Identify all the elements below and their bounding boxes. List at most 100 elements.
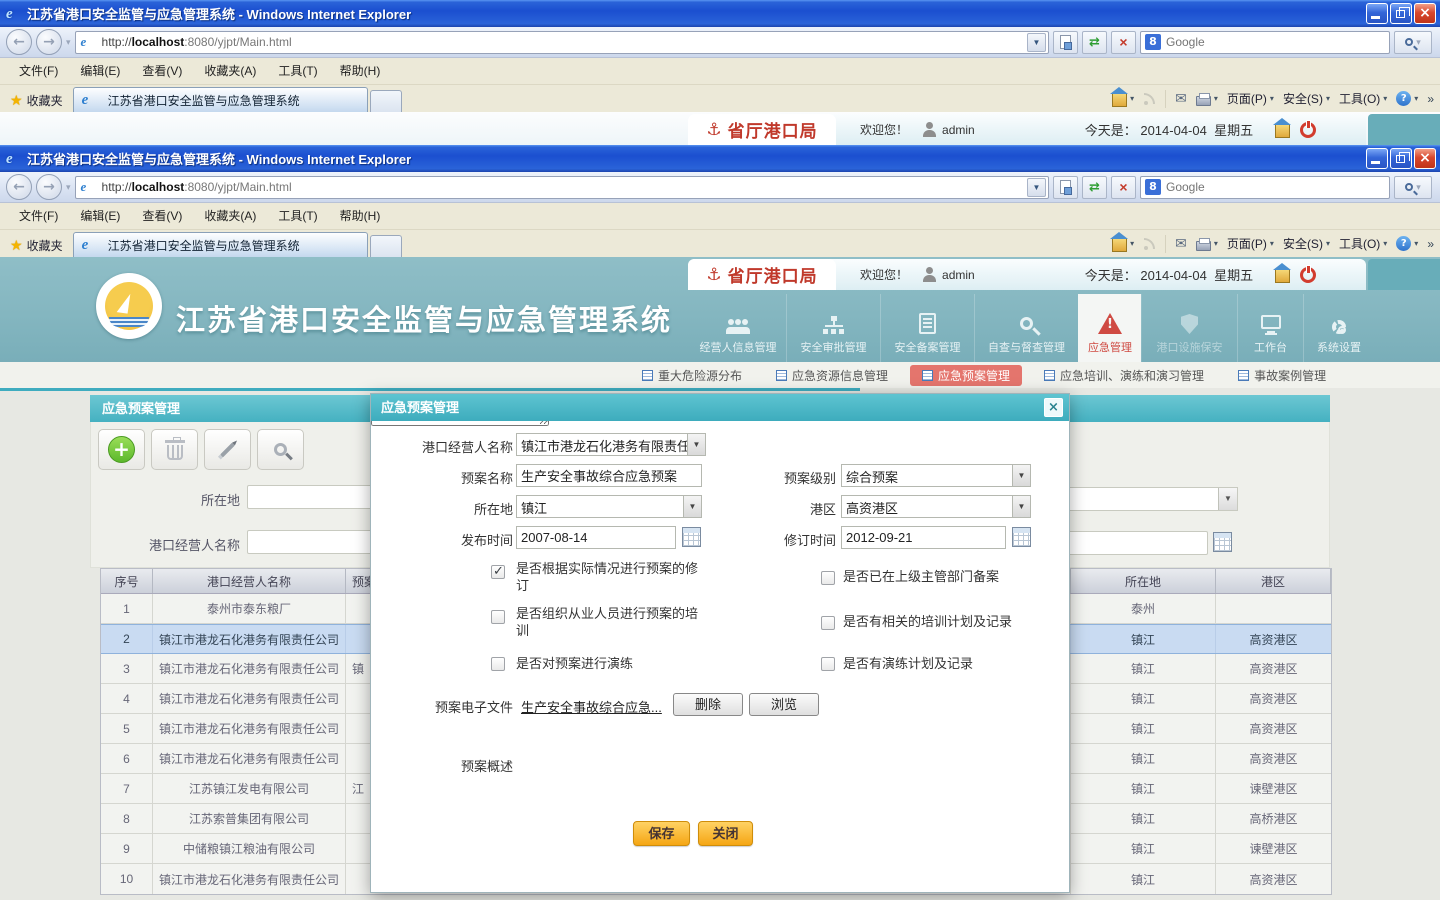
read-mail-button[interactable]: ✉ bbox=[1175, 235, 1187, 252]
col-area[interactable]: 港区 bbox=[1216, 569, 1331, 593]
edit-button[interactable] bbox=[204, 429, 251, 470]
search-input[interactable] bbox=[1166, 35, 1385, 49]
stop-button[interactable]: × bbox=[1111, 176, 1136, 199]
dropdown-arrow-icon[interactable]: ▼ bbox=[1012, 465, 1030, 486]
close-dialog-button[interactable]: 关闭 bbox=[698, 821, 753, 846]
delete-file-button[interactable]: 删除 bbox=[673, 693, 743, 716]
url-field[interactable]: e http://localhost:8080/yjpt/Main.html ▼ bbox=[75, 176, 1049, 199]
favorites-button[interactable]: ★ 收藏夹 bbox=[4, 233, 73, 257]
page-menu-button[interactable]: 页面(P)▾ bbox=[1227, 235, 1274, 252]
calendar-icon[interactable] bbox=[682, 527, 701, 547]
overflow-chevron-icon[interactable]: » bbox=[1427, 237, 1434, 251]
nav-port-security[interactable]: 港口设施保安 bbox=[1141, 294, 1237, 362]
checkbox-drill-records[interactable] bbox=[821, 657, 835, 671]
forward-button[interactable]: → bbox=[36, 29, 62, 55]
subnav-emergency-plan[interactable]: 应急预案管理 bbox=[910, 365, 1022, 386]
save-button[interactable]: 保存 bbox=[633, 821, 690, 846]
operator-select[interactable]: 镇江市港龙石化港务有限责任公▼ bbox=[516, 433, 706, 456]
stop-button[interactable]: × bbox=[1111, 31, 1136, 54]
read-mail-button[interactable]: ✉ bbox=[1175, 90, 1187, 107]
minimize-button[interactable] bbox=[1366, 148, 1388, 169]
search-go-button[interactable]: ▾ bbox=[1394, 31, 1432, 54]
subnav-emergency-resources[interactable]: 应急资源信息管理 bbox=[764, 365, 900, 386]
checkbox-staff-training[interactable] bbox=[491, 610, 505, 624]
menu-item[interactable]: 工具(T) bbox=[267, 58, 328, 84]
subnav-training-drills[interactable]: 应急培训、演练和演习管理 bbox=[1032, 365, 1216, 386]
overflow-chevron-icon[interactable]: » bbox=[1427, 92, 1434, 106]
safety-menu-button[interactable]: 安全(S)▾ bbox=[1283, 90, 1330, 107]
col-operator[interactable]: 港口经营人名称 bbox=[153, 569, 346, 593]
col-num[interactable]: 序号 bbox=[101, 569, 153, 593]
feeds-button[interactable] bbox=[1143, 237, 1156, 250]
menu-item[interactable]: 收藏夹(A) bbox=[193, 58, 267, 84]
browser-tab[interactable]: e 江苏省港口安全监管与应急管理系统 bbox=[73, 87, 368, 112]
print-button[interactable]: ▾ bbox=[1196, 237, 1218, 251]
home-button[interactable]: ▾ bbox=[1112, 235, 1134, 252]
back-button[interactable]: ← bbox=[6, 29, 32, 55]
subnav-accident-cases[interactable]: 事故案例管理 bbox=[1226, 365, 1338, 386]
favorites-button[interactable]: ★ 收藏夹 bbox=[4, 88, 73, 112]
restore-button[interactable] bbox=[1390, 148, 1412, 169]
feeds-button[interactable] bbox=[1143, 92, 1156, 105]
history-caret-icon[interactable]: ▾ bbox=[66, 182, 71, 193]
site-home-icon[interactable] bbox=[1275, 125, 1290, 138]
help-menu-button[interactable]: ?▾ bbox=[1396, 236, 1418, 251]
menu-item[interactable]: 帮助(H) bbox=[329, 58, 392, 84]
menu-item[interactable]: 编辑(E) bbox=[69, 58, 131, 84]
title-bar[interactable]: e 江苏省港口安全监管与应急管理系统 - Windows Internet Ex… bbox=[0, 0, 1440, 27]
menu-item[interactable]: 查看(V) bbox=[131, 203, 193, 229]
search-go-button[interactable]: ▾ bbox=[1394, 176, 1432, 199]
publish-time-input[interactable] bbox=[516, 526, 676, 549]
close-button[interactable]: × bbox=[1414, 3, 1436, 24]
plan-level-select[interactable]: 综合预案▼ bbox=[841, 464, 1031, 487]
calendar-icon[interactable] bbox=[1213, 532, 1232, 552]
forward-button[interactable]: → bbox=[36, 174, 62, 200]
site-home-icon[interactable] bbox=[1275, 270, 1290, 283]
menu-item[interactable]: 帮助(H) bbox=[329, 203, 392, 229]
checkbox-plan-revised[interactable] bbox=[491, 565, 505, 579]
safety-menu-button[interactable]: 安全(S)▾ bbox=[1283, 235, 1330, 252]
print-button[interactable]: ▾ bbox=[1196, 92, 1218, 106]
dropdown-arrow-icon[interactable]: ▼ bbox=[1218, 488, 1237, 510]
title-bar[interactable]: e 江苏省港口安全监管与应急管理系统 - Windows Internet Ex… bbox=[0, 145, 1440, 172]
dialog-close-button[interactable]: × bbox=[1044, 398, 1063, 417]
nav-safety-filing[interactable]: 安全备案管理 bbox=[880, 294, 974, 362]
dropdown-arrow-icon[interactable]: ▼ bbox=[683, 496, 701, 517]
menu-item[interactable]: 编辑(E) bbox=[69, 203, 131, 229]
home-button[interactable]: ▾ bbox=[1112, 90, 1134, 107]
col-location[interactable]: 所在地 bbox=[1071, 569, 1216, 593]
history-caret-icon[interactable]: ▾ bbox=[66, 37, 71, 48]
nav-safety-approval[interactable]: 安全审批管理 bbox=[786, 294, 880, 362]
location-select[interactable]: 镇江▼ bbox=[516, 495, 702, 518]
url-dropdown-button[interactable]: ▼ bbox=[1027, 178, 1046, 197]
new-tab-stub[interactable] bbox=[370, 90, 402, 112]
nav-self-inspection[interactable]: 自查与督查管理 bbox=[974, 294, 1078, 362]
refresh-button[interactable]: ⇄ bbox=[1082, 176, 1107, 199]
nav-operator-info[interactable]: 经营人信息管理 bbox=[690, 294, 786, 362]
dropdown-arrow-icon[interactable]: ▼ bbox=[687, 434, 705, 455]
checkbox-plan-drill[interactable] bbox=[491, 657, 505, 671]
page-menu-button[interactable]: 页面(P)▾ bbox=[1227, 90, 1274, 107]
new-tab-stub[interactable] bbox=[370, 235, 402, 257]
plan-file-link[interactable]: 生产安全事故综合应急... bbox=[521, 697, 662, 716]
checkbox-training-records[interactable] bbox=[821, 616, 835, 630]
minimize-button[interactable] bbox=[1366, 3, 1388, 24]
tools-menu-button[interactable]: 工具(O)▾ bbox=[1339, 90, 1387, 107]
url-field[interactable]: e http://localhost:8080/yjpt/Main.html ▼ bbox=[75, 31, 1049, 54]
search-box[interactable]: 8 bbox=[1140, 176, 1390, 199]
logout-icon[interactable] bbox=[1300, 122, 1316, 138]
calendar-icon[interactable] bbox=[1012, 527, 1031, 547]
port-area-select[interactable]: 高资港区▼ bbox=[841, 495, 1031, 518]
url-dropdown-button[interactable]: ▼ bbox=[1027, 33, 1046, 52]
delete-button[interactable] bbox=[151, 429, 198, 470]
dropdown-arrow-icon[interactable]: ▼ bbox=[1012, 496, 1030, 517]
add-button[interactable]: + bbox=[98, 429, 145, 470]
compatibility-view-button[interactable] bbox=[1053, 176, 1078, 199]
restore-button[interactable] bbox=[1390, 3, 1412, 24]
menu-item[interactable]: 文件(F) bbox=[8, 58, 69, 84]
menu-item[interactable]: 收藏夹(A) bbox=[193, 203, 267, 229]
menu-item[interactable]: 文件(F) bbox=[8, 203, 69, 229]
revise-time-input[interactable] bbox=[841, 526, 1006, 549]
tools-menu-button[interactable]: 工具(O)▾ bbox=[1339, 235, 1387, 252]
browse-file-button[interactable]: 浏览 bbox=[749, 693, 819, 716]
